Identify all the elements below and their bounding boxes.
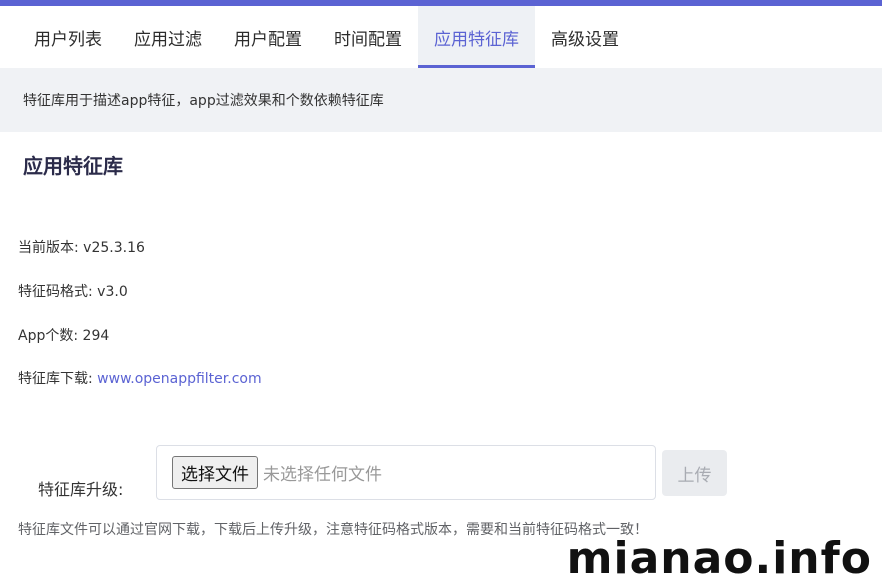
tab-advanced-settings[interactable]: 高级设置 (535, 6, 635, 68)
section-title: 应用特征库 (23, 154, 123, 178)
file-input-field[interactable]: 选择文件 未选择任何文件 (156, 445, 656, 500)
feature-code-format: 特征码格式: v3.0 (18, 281, 128, 301)
tab-user-list[interactable]: 用户列表 (18, 6, 118, 68)
format-value: v3.0 (97, 284, 128, 300)
download-label: 特征库下载: (18, 371, 98, 387)
choose-file-button[interactable]: 选择文件 (172, 456, 258, 489)
version-label: 当前版本: (18, 240, 84, 256)
app-count-label: App个数: (18, 328, 83, 344)
upload-button[interactable]: 上传 (662, 450, 727, 496)
tab-app-filter[interactable]: 应用过滤 (118, 6, 218, 68)
current-version: 当前版本: v25.3.16 (18, 237, 145, 257)
library-download: 特征库下载: www.openappfilter.com (18, 368, 262, 388)
version-value: v25.3.16 (83, 240, 145, 256)
upgrade-label: 特征库升级: (38, 480, 124, 499)
tab-app-feature-library[interactable]: 应用特征库 (418, 6, 535, 68)
tab-bar: 用户列表 应用过滤 用户配置 时间配置 应用特征库 高级设置 (0, 6, 882, 68)
tab-user-config[interactable]: 用户配置 (218, 6, 318, 68)
format-label: 特征码格式: (18, 284, 98, 300)
app-count-value: 294 (82, 328, 110, 344)
watermark: mianao.info (566, 533, 872, 584)
file-status-text: 未选择任何文件 (263, 465, 382, 485)
description-text: 特征库用于描述app特征，app过滤效果和个数依赖特征库 (23, 93, 384, 109)
app-count: App个数: 294 (18, 325, 109, 345)
tab-time-config[interactable]: 时间配置 (318, 6, 418, 68)
description-bar: 特征库用于描述app特征，app过滤效果和个数依赖特征库 (0, 68, 882, 132)
upgrade-hint: 特征库文件可以通过官网下载，下载后上传升级，注意特征码格式版本，需要和当前特征码… (18, 522, 648, 538)
download-link[interactable]: www.openappfilter.com (97, 371, 261, 387)
